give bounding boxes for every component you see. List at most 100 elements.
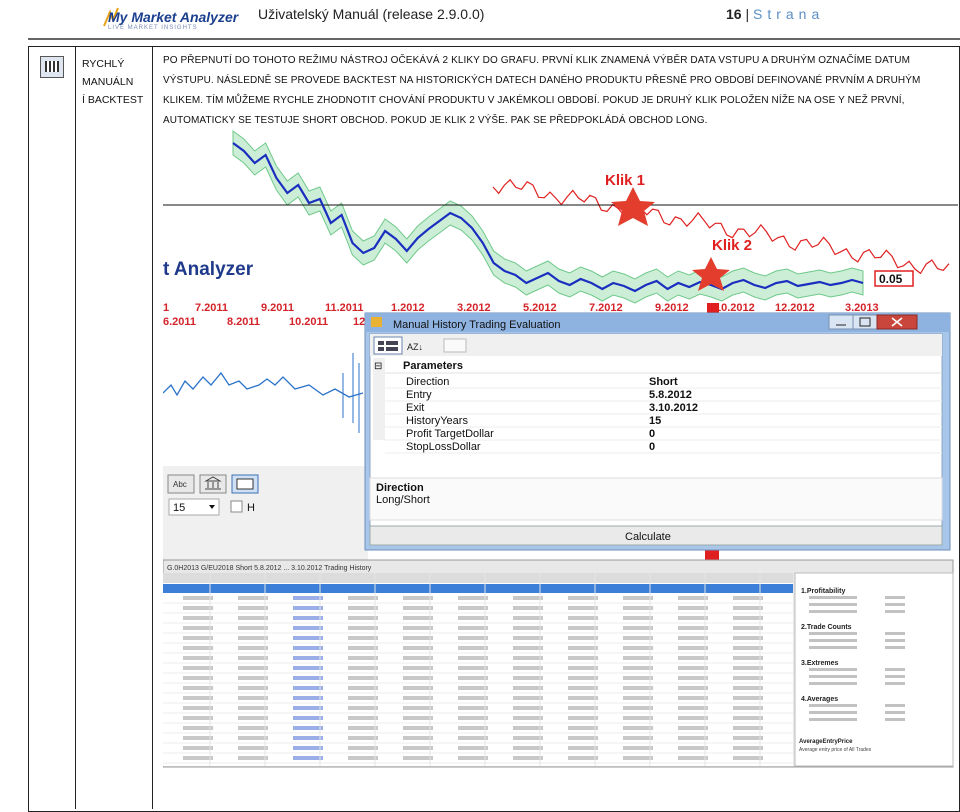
stats-row-label [809, 646, 857, 649]
table-cell [183, 726, 213, 730]
stats-section-title[interactable]: 2.Trade Counts [801, 624, 852, 631]
param-value[interactable]: 0 [649, 428, 655, 440]
table-cell [403, 626, 433, 630]
table-cell [293, 686, 323, 690]
table-cell [238, 596, 268, 600]
table-cell [403, 736, 433, 740]
date-tick: 1.2012 [391, 302, 425, 314]
table-cell [513, 736, 543, 740]
table-cell [623, 706, 653, 710]
table-cell [458, 666, 488, 670]
stats-row-label [809, 704, 857, 707]
categorized-icon [378, 341, 384, 345]
stats-section-title[interactable]: 4.Averages [801, 696, 838, 703]
date-tick: 7.2011 [195, 302, 228, 314]
minimize-button[interactable] [828, 314, 854, 330]
table-cell [733, 736, 763, 740]
date-axis-top: 1 7.2011 9.2011 11.2011 1.2012 3.2012 5.2012 7.… [163, 302, 879, 314]
table-cell [623, 726, 653, 730]
table-cell [678, 646, 708, 650]
table-cell [458, 746, 488, 750]
param-value[interactable]: 3.10.2012 [649, 402, 698, 414]
sort-az-icon[interactable]: AZ↓ [407, 342, 423, 352]
table-cell [238, 686, 268, 690]
stats-row-label [809, 711, 857, 714]
table-cell [623, 626, 653, 630]
section-label-line: Í BACKTEST [82, 94, 144, 106]
table-cell [238, 726, 268, 730]
h-checkbox[interactable] [230, 500, 243, 513]
section-paragraph: PO PŘEPNUTÍ DO TOHOTO REŽIMU NÁSTROJ OČE… [163, 51, 953, 131]
date-tick: 7.2012 [589, 302, 623, 314]
table-cell [293, 716, 323, 720]
table-cell [348, 616, 378, 620]
table-cell [238, 666, 268, 670]
table-cell [348, 656, 378, 660]
table-cell [293, 736, 323, 740]
table-cell [733, 646, 763, 650]
table-cell [183, 736, 213, 740]
label-column [76, 47, 153, 809]
stats-section-title[interactable]: 1.Profitability [801, 588, 845, 595]
table-cell [183, 596, 213, 600]
param-value[interactable]: 15 [649, 415, 661, 427]
table-cell [403, 756, 433, 760]
table-cell [458, 756, 488, 760]
date-tick: 8.2011 [227, 316, 260, 328]
table-cell [183, 606, 213, 610]
table-row-selected[interactable] [163, 584, 793, 593]
table-cell [403, 706, 433, 710]
table-cell [403, 616, 433, 620]
table-cell [238, 626, 268, 630]
table-cell [403, 746, 433, 750]
value-tag-text: 0.05 [879, 272, 903, 286]
table-cell [403, 716, 433, 720]
categorized-icon-2 [378, 347, 384, 351]
table-cell [733, 686, 763, 690]
table-cell [678, 706, 708, 710]
description-text: Long/Short [376, 494, 430, 506]
section-label-line: MANUÁLN [82, 76, 134, 88]
stats-row-label [809, 675, 857, 678]
manual-icon [40, 56, 64, 78]
stats-row-label [809, 682, 857, 685]
categorized-icon-bar [386, 341, 398, 345]
page-header: My Market Analyzer LIVE MARKET INSIGHTS … [0, 0, 960, 40]
table-cell [623, 606, 653, 610]
table-cell [568, 686, 598, 690]
param-value[interactable]: 5.8.2012 [649, 389, 692, 401]
table-cell [678, 696, 708, 700]
collapse-icon[interactable]: ⊟ [374, 361, 382, 372]
table-cell [183, 676, 213, 680]
maximize-button[interactable] [852, 314, 878, 330]
table-cell [568, 726, 598, 730]
history-title: G.0H2013 G/EU2018 Short 5.8.2012 ... 3.1… [167, 565, 372, 572]
table-cell [568, 606, 598, 610]
table-cell [238, 646, 268, 650]
table-cell [513, 616, 543, 620]
table-cell [348, 646, 378, 650]
table-cell [458, 736, 488, 740]
categorized-icon-bar-2 [386, 347, 398, 351]
stats-row-value [885, 682, 905, 685]
categorized-view-button[interactable] [373, 336, 403, 355]
parameters-header: Parameters [403, 360, 463, 372]
table-cell [348, 606, 378, 610]
table-cell [293, 706, 323, 710]
date-tick: 9.2012 [655, 302, 689, 314]
stats-row-label [809, 632, 857, 635]
table-cell [513, 686, 543, 690]
table-cell [183, 636, 213, 640]
param-value[interactable]: Short [649, 376, 678, 388]
table-cell [183, 696, 213, 700]
calculate-button-label: Calculate [625, 531, 671, 543]
table-cell [568, 696, 598, 700]
param-value[interactable]: 0 [649, 441, 655, 453]
property-pages-button[interactable] [443, 338, 467, 353]
table-cell [348, 706, 378, 710]
table-cell [183, 646, 213, 650]
table-cell [568, 626, 598, 630]
table-cell [293, 616, 323, 620]
stats-section-title[interactable]: 3.Extremes [801, 660, 838, 667]
table-cell [458, 626, 488, 630]
